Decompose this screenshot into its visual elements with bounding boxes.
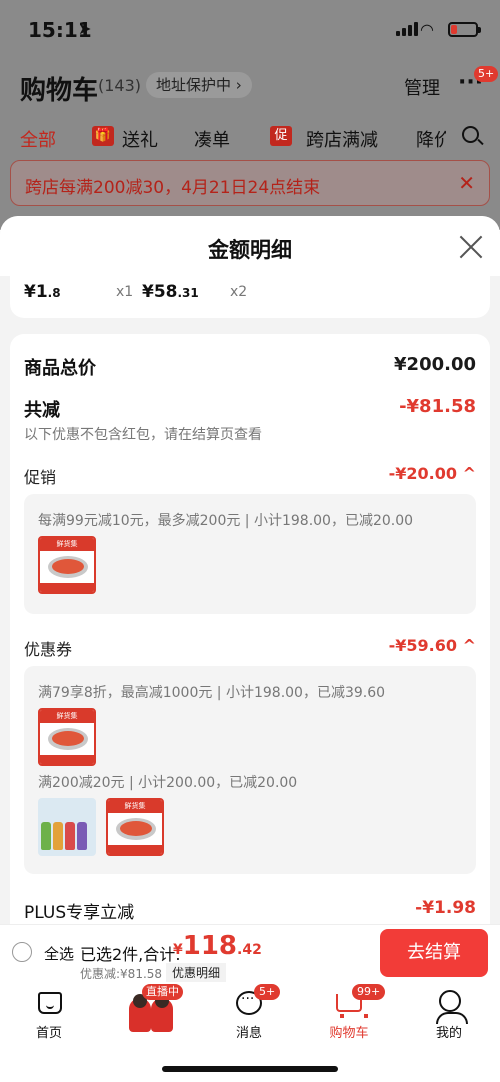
product-thumbnail[interactable]: 鲜货集	[38, 536, 96, 594]
sheet-title: 金额明细	[208, 238, 292, 262]
manage-button[interactable]: 管理	[404, 74, 440, 100]
amount-detail-sheet: 金额明细 ¥1.8 x1 ¥58.31 x2 商品总价 ¥200.00 共减 -…	[0, 216, 500, 982]
promo-value-toggle[interactable]: -¥20.00 ^	[389, 464, 476, 483]
item-qty: x1	[116, 284, 134, 300]
tab-cross-store[interactable]: 跨店满减	[306, 126, 378, 152]
select-all-label[interactable]: 全选	[44, 943, 74, 964]
coupon-rule: 满200减20元 | 小计200.00，已减20.00	[38, 775, 298, 791]
total-value: ¥200.00	[394, 354, 476, 375]
status-bar: 15:11 ➤ ◠	[0, 0, 500, 60]
gift-icon: 🎁	[92, 126, 114, 146]
live-badge: 直播中	[142, 984, 183, 1000]
close-icon[interactable]: ✕	[458, 171, 475, 195]
promo-banner: 跨店每满200减30，4月21日24点结束 ✕	[10, 160, 490, 206]
total-label: 商品总价	[24, 358, 96, 379]
coupon-rule: 满79享8折，最高减1000元 | 小计198.00，已减39.60	[38, 685, 386, 701]
item-price: ¥58.31	[142, 282, 199, 302]
tab-bundle[interactable]: 凑单	[194, 126, 230, 152]
wifi-icon: ◠	[420, 20, 434, 39]
address-protection-button[interactable]: 地址保护中 ›	[146, 72, 252, 98]
discount-detail-button[interactable]: 优惠明细	[166, 963, 227, 982]
plus-label: PLUS专享立减	[24, 903, 135, 923]
location-arrow-icon: ➤	[78, 19, 92, 38]
tab-all[interactable]: 全部	[20, 126, 56, 152]
coupon-value-toggle[interactable]: -¥59.60 ^	[389, 636, 476, 655]
items-summary: ¥1.8 x1 ¥58.31 x2	[10, 276, 490, 318]
selected-count: 已选2件,合计:	[80, 945, 181, 964]
banner-text: 跨店每满200减30，4月21日24点结束	[25, 178, 321, 198]
promo-label: 促销	[24, 468, 57, 487]
discount-summary: 优惠减:¥81.58	[80, 967, 163, 981]
home-icon	[38, 992, 62, 1014]
more-badge: 5+	[474, 66, 499, 82]
reduce-label: 共减	[24, 400, 60, 421]
promo-icon: 促	[270, 126, 292, 146]
total-amount: ¥118.42	[173, 931, 262, 961]
product-thumbnail[interactable]: 鲜货集	[106, 798, 164, 856]
item-price: ¥1.8	[24, 282, 61, 302]
tab-gift[interactable]: 送礼	[122, 126, 158, 152]
product-thumbnail[interactable]	[38, 798, 96, 856]
nav-cart[interactable]: 99+ 购物车	[314, 984, 386, 1041]
nav-messages[interactable]: 5+ 消息	[214, 984, 284, 1041]
tab-price-drop[interactable]: 降价	[416, 126, 446, 152]
plus-value: -¥1.98	[415, 898, 476, 918]
checkout-button[interactable]: 去结算	[380, 929, 488, 977]
cart-badge: 99+	[352, 984, 386, 1000]
product-thumbnail[interactable]: 鲜货集	[38, 708, 96, 766]
item-qty: x2	[230, 284, 248, 300]
sheet-header: 金额明细	[0, 216, 500, 276]
nav-home[interactable]: 首页	[14, 986, 84, 1041]
promo-detail-box: 每满99元减10元，最多减200元 | 小计198.00，已减20.00 鲜货集	[24, 494, 476, 614]
coupon-label: 优惠券	[24, 640, 73, 659]
cart-count: (143)	[98, 76, 142, 95]
price-breakdown-card: 商品总价 ¥200.00 共减 -¥81.58 以下优惠不包含红包，请在结算页查…	[10, 334, 490, 982]
nav-profile[interactable]: 我的	[414, 986, 484, 1041]
profile-icon	[436, 990, 468, 1024]
checkout-bar: 全选 已选2件,合计: ¥118.42 优惠减:¥81.58 优惠明细 去结算	[0, 924, 500, 982]
home-indicator	[162, 1066, 338, 1072]
signal-icon	[396, 22, 418, 36]
message-badge: 5+	[254, 984, 281, 1000]
reduce-value: -¥81.58	[399, 396, 476, 417]
page-title: 购物车	[20, 76, 99, 106]
coupon-detail-box: 满79享8折，最高减1000元 | 小计198.00，已减39.60 鲜货集 满…	[24, 666, 476, 874]
filter-tabs: 全部 🎁 送礼 凑单 促 跨店满减 降价	[0, 122, 500, 152]
close-icon[interactable]	[458, 234, 484, 260]
select-all-checkbox[interactable]	[12, 942, 32, 962]
promo-rule: 每满99元减10元，最多减200元 | 小计198.00，已减20.00	[38, 513, 414, 529]
reduce-note: 以下优惠不包含红包，请在结算页查看	[24, 427, 262, 443]
search-icon[interactable]	[462, 126, 479, 143]
battery-icon	[448, 22, 481, 37]
